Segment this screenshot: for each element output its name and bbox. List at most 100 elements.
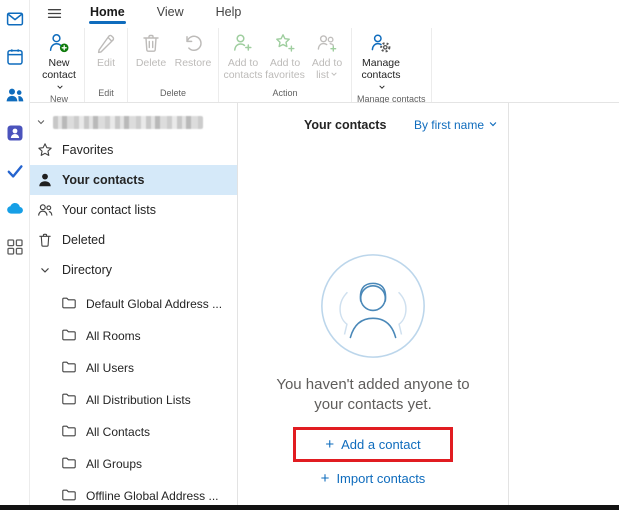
star-icon — [37, 142, 53, 158]
sidebar-item-label: Favorites — [62, 143, 114, 157]
ribbon-group-manage: Manage contacts Manage contacts — [352, 28, 432, 104]
folder-label: Default Global Address ... — [86, 297, 223, 311]
edit-button[interactable]: Edit — [88, 28, 124, 69]
menu-bar: Home View Help — [30, 0, 619, 26]
empty-state-message: You haven't added anyone to your contact… — [276, 375, 469, 416]
add-to-list-button[interactable]: Add to list — [306, 28, 348, 82]
chevron-down-icon — [330, 69, 338, 81]
import-contacts-link[interactable]: + Import contacts — [321, 471, 426, 486]
annotation-highlight-box: + Add a contact — [293, 426, 453, 462]
list-header: Your contacts By first name — [238, 103, 508, 139]
calendar-icon[interactable] — [4, 46, 26, 68]
ribbon-group-edit: Edit Edit — [85, 28, 128, 102]
pencil-icon — [97, 34, 115, 54]
hamburger-menu-button[interactable] — [40, 2, 68, 24]
contacts-list-pane: Your contacts By first name You haven't … — [237, 103, 509, 510]
groups-icon[interactable] — [4, 122, 26, 144]
plus-icon: + — [325, 435, 335, 453]
add-to-contacts-label: Add to contacts — [223, 57, 263, 82]
ribbon-group-delete: Delete Restore Delete — [128, 28, 219, 102]
sidebar-item-label: Deleted — [62, 233, 106, 247]
sidebar-item-favorites[interactable]: Favorites — [30, 135, 237, 165]
folder-item-all-distribution-lists[interactable]: All Distribution Lists — [30, 384, 237, 416]
delete-label: Delete — [135, 57, 167, 69]
tab-help[interactable]: Help — [200, 2, 258, 24]
sort-label: By first name — [413, 118, 484, 132]
outlook-mail-icon[interactable] — [4, 8, 26, 30]
tab-home[interactable]: Home — [74, 2, 141, 24]
restore-button[interactable]: Restore — [171, 28, 215, 69]
groups-glyph-icon — [7, 125, 22, 141]
folder-label: All Users — [86, 361, 135, 375]
folder-icon — [61, 359, 77, 378]
app-rail — [0, 0, 30, 510]
empty-state: You haven't added anyone to your contact… — [238, 139, 508, 510]
mail-icon — [6, 12, 23, 26]
folder-icon — [61, 327, 77, 346]
import-contacts-row: + Import contacts — [321, 471, 426, 486]
folder-item-default-gal[interactable]: Default Global Address ... — [30, 288, 237, 320]
chevron-down-icon — [488, 118, 498, 132]
add-a-contact-label: Add a contact — [341, 436, 421, 452]
outlook-people-window: Home View Help New contact New Edit Edit… — [0, 0, 619, 510]
sidebar-item-directory[interactable]: Directory — [30, 255, 237, 285]
plus-icon: + — [320, 469, 330, 487]
ribbon: New contact New Edit Edit Delete Restore… — [30, 26, 619, 104]
sort-dropdown[interactable]: By first name — [414, 116, 498, 134]
main-column: Home View Help New contact New Edit Edit… — [30, 0, 619, 510]
content-row: Favorites Your contacts Your contact lis… — [30, 103, 619, 510]
folder-label: All Rooms — [86, 329, 141, 343]
delete-button[interactable]: Delete — [131, 28, 171, 69]
tab-view[interactable]: View — [141, 2, 200, 24]
checkmark-icon — [7, 165, 23, 178]
folder-item-all-groups[interactable]: All Groups — [30, 448, 237, 480]
restore-label: Restore — [174, 57, 212, 69]
sidebar-item-label: Your contacts — [62, 173, 145, 187]
empty-message-line1: You haven't added anyone to — [276, 376, 470, 393]
ribbon-group-action: Add to contacts Add to favorites Add to … — [219, 28, 352, 102]
window-border-bottom — [0, 505, 619, 510]
folder-item-all-rooms[interactable]: All Rooms — [30, 320, 237, 352]
trash-icon — [143, 34, 159, 52]
cloud-icon — [6, 203, 23, 214]
manage-contacts-button[interactable]: Manage contacts — [355, 28, 407, 94]
onedrive-icon[interactable] — [4, 198, 26, 220]
add-to-contacts-button[interactable]: Add to contacts — [222, 28, 264, 82]
tab-view-label: View — [156, 5, 184, 19]
chevron-down-icon — [36, 115, 46, 130]
empty-contacts-illustration — [321, 254, 425, 358]
ribbon-group-label-delete: Delete — [159, 88, 186, 98]
folder-icon — [61, 487, 77, 506]
manage-contacts-icon — [371, 34, 391, 53]
chevron-down-icon — [56, 82, 64, 94]
sidebar-item-your-contact-lists[interactable]: Your contact lists — [30, 195, 237, 225]
add-to-list-icon — [317, 35, 337, 52]
new-contact-button[interactable]: New contact — [37, 28, 81, 94]
folder-label: Offline Global Address ... — [86, 489, 219, 503]
tab-help-label: Help — [215, 5, 242, 19]
people-icon[interactable] — [4, 84, 26, 106]
import-contacts-label: Import contacts — [336, 470, 426, 486]
folder-item-all-users[interactable]: All Users — [30, 352, 237, 384]
folder-icon — [61, 391, 77, 410]
sidebar-item-label: Directory — [62, 263, 113, 277]
tab-home-label: Home — [90, 5, 125, 19]
folder-icon — [61, 455, 77, 474]
account-expander[interactable] — [30, 109, 237, 135]
new-contact-label: New contact — [42, 57, 76, 82]
add-to-favorites-button[interactable]: Add to favorites — [264, 28, 306, 82]
person-icon — [37, 172, 53, 188]
todo-icon[interactable] — [4, 160, 26, 182]
add-to-favorites-label: Add to favorites — [265, 57, 305, 82]
more-apps-icon[interactable] — [4, 236, 26, 258]
manage-contacts-label: Manage contacts — [361, 57, 401, 82]
app-grid-icon — [6, 239, 23, 255]
sidebar-item-deleted[interactable]: Deleted — [30, 225, 237, 255]
add-a-contact-link[interactable]: + Add a contact — [325, 437, 420, 452]
sidebar-item-label: Your contact lists — [62, 203, 157, 217]
sidebar-item-your-contacts[interactable]: Your contacts — [30, 165, 237, 195]
calendar-glyph-icon — [6, 49, 23, 65]
redacted-account-name — [53, 115, 203, 129]
ribbon-group-new: New contact New — [34, 28, 85, 104]
folder-item-all-contacts[interactable]: All Contacts — [30, 416, 237, 448]
